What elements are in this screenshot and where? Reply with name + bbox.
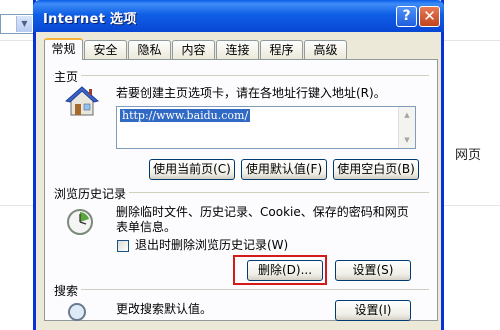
tab-security[interactable]: 安全 <box>84 40 127 59</box>
scroll-down-icon[interactable]: ▼ <box>400 133 414 147</box>
homepage-heading: 主页 <box>54 68 82 85</box>
webpage-label[interactable]: 网页 <box>455 144 481 163</box>
title-bar[interactable]: Internet 选项 ? ✕ <box>33 0 444 32</box>
tab-programs[interactable]: 程序 <box>260 40 303 59</box>
homepage-url-text: http://www.baidu.com/ <box>120 109 251 122</box>
highlight-box <box>233 255 327 285</box>
history-description: 删除临时文件、历史记录、Cookie、保存的密码和网页 表单信息。 <box>116 205 409 235</box>
tab-general[interactable]: 常规 <box>44 38 83 60</box>
search-heading: 搜索 <box>54 282 82 299</box>
group-divider <box>53 75 429 76</box>
url-scrollbar[interactable]: ▲ ▼ <box>398 107 415 148</box>
help-button[interactable]: ? <box>396 6 417 27</box>
history-description-line2: 表单信息。 <box>116 220 177 234</box>
homepage-url-input[interactable]: http://www.baidu.com/ ▲ ▼ <box>116 106 416 149</box>
use-default-button[interactable]: 使用默认值(F) <box>241 159 327 180</box>
house-icon <box>65 86 99 116</box>
search-settings-button[interactable]: 设置(I) <box>335 300 411 321</box>
homepage-description: 若要创建主页选项卡，请在各地址行键入地址(R)。 <box>116 86 386 100</box>
tab-privacy[interactable]: 隐私 <box>128 40 171 59</box>
window-title: Internet 选项 <box>43 12 137 27</box>
group-divider <box>53 289 429 290</box>
search-description: 更改搜索默认值。 <box>116 302 213 316</box>
history-description-line1: 删除临时文件、历史记录、Cookie、保存的密码和网页 <box>116 205 409 219</box>
delete-on-exit-label[interactable]: 退出时删除浏览历史记录(W) <box>135 238 288 253</box>
scroll-up-icon[interactable]: ▲ <box>400 108 414 122</box>
tab-content[interactable]: 内容 <box>172 40 215 59</box>
close-button[interactable]: ✕ <box>419 6 440 27</box>
chevron-down-icon[interactable]: ▼ <box>16 16 32 32</box>
address-dropdown[interactable]: ▼ <box>0 14 34 34</box>
history-clock-icon <box>67 209 93 235</box>
history-heading: 浏览历史记录 <box>54 185 130 202</box>
history-settings-button[interactable]: 设置(S) <box>335 260 411 281</box>
use-current-button[interactable]: 使用当前页(C) <box>149 159 235 180</box>
tab-connections[interactable]: 连接 <box>216 40 259 59</box>
delete-on-exit-checkbox[interactable] <box>117 240 129 252</box>
use-blank-button[interactable]: 使用空白页(B) <box>333 159 419 180</box>
tab-advanced[interactable]: 高级 <box>304 40 347 59</box>
search-icon <box>68 303 86 321</box>
